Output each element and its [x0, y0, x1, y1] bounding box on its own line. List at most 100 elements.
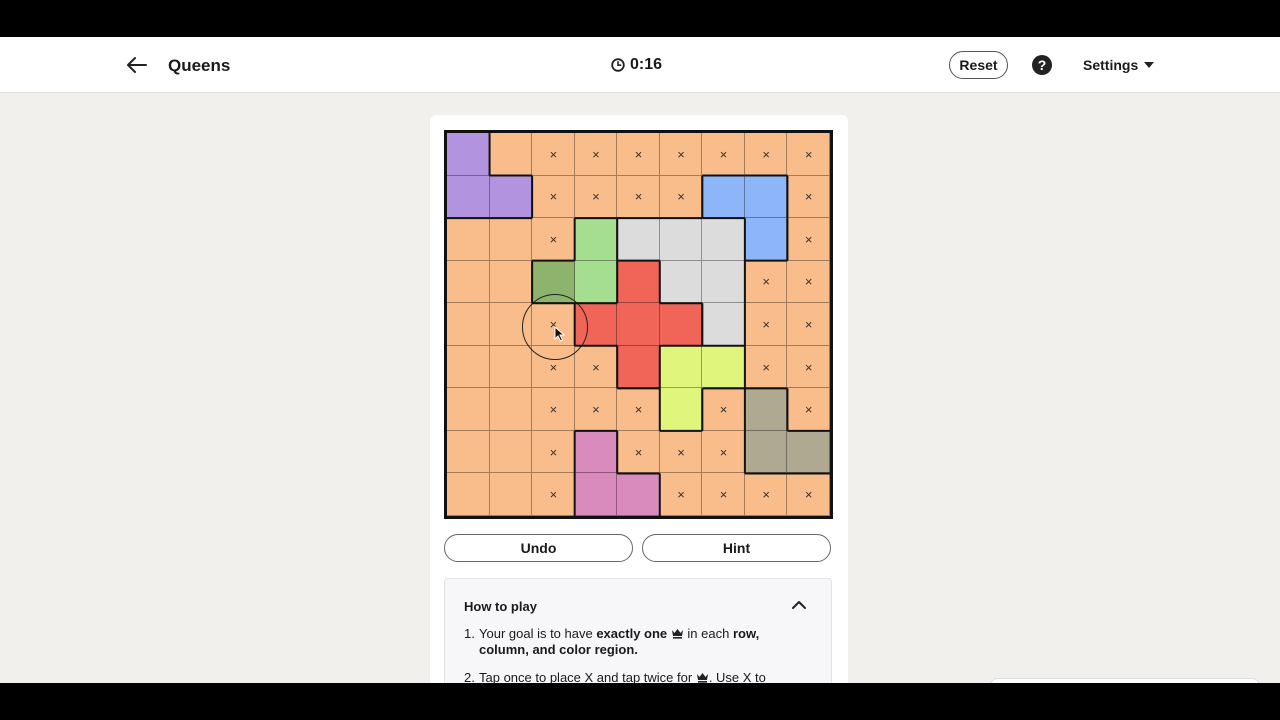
undo-button[interactable]: Undo [444, 534, 633, 562]
board-cell[interactable] [702, 260, 745, 304]
board-cell[interactable] [574, 260, 618, 304]
board-cell[interactable] [659, 218, 703, 261]
caret-down-icon [1144, 62, 1155, 68]
board-cell[interactable] [659, 388, 703, 431]
x-mark: × [804, 274, 813, 290]
board-cell[interactable]: × [659, 133, 703, 176]
board-cell[interactable]: × [617, 430, 660, 474]
board-cell[interactable] [617, 473, 660, 516]
rule-1-text-a: Your goal is to have [479, 626, 597, 641]
board-cell[interactable]: × [787, 303, 830, 346]
board-cell[interactable] [617, 345, 660, 389]
board-cell[interactable]: × [744, 260, 788, 304]
board-cell[interactable] [489, 175, 533, 219]
hint-button[interactable]: Hint [642, 534, 831, 562]
board-cell[interactable]: × [532, 218, 575, 261]
board-cell[interactable]: × [574, 345, 618, 389]
x-mark: × [549, 359, 558, 375]
board-cell[interactable] [744, 388, 788, 431]
board-cell[interactable] [447, 345, 490, 389]
settings-dropdown[interactable]: Settings [1083, 57, 1155, 73]
board-cell[interactable]: × [702, 388, 745, 431]
board-cell[interactable] [447, 473, 490, 516]
board-cell[interactable] [702, 345, 745, 389]
board-cell[interactable] [489, 473, 533, 516]
board-cell[interactable] [659, 260, 703, 304]
board-cell[interactable]: × [787, 218, 830, 261]
board-cell[interactable]: × [617, 175, 660, 219]
board-cell[interactable]: × [744, 345, 788, 389]
board-cell[interactable] [447, 430, 490, 474]
rule-2: 2. Tap once to place X and tap twice for… [464, 670, 794, 683]
board-cell[interactable] [617, 303, 660, 346]
board-cell[interactable]: × [659, 175, 703, 219]
board-cell[interactable] [617, 218, 660, 261]
board-cell[interactable]: × [744, 303, 788, 346]
board-cell[interactable] [574, 218, 618, 261]
board-cell[interactable]: × [532, 303, 575, 346]
board-cell[interactable]: × [787, 260, 830, 304]
board-cell[interactable]: × [787, 175, 830, 219]
board-cell[interactable] [489, 218, 533, 261]
board-cell[interactable] [489, 388, 533, 431]
board-cell[interactable]: × [574, 175, 618, 219]
board-cell[interactable]: × [532, 473, 575, 516]
board-cell[interactable] [447, 218, 490, 261]
top-bar: Queens 0:16 Reset ? Settings [0, 37, 1280, 93]
board-cell[interactable]: × [532, 430, 575, 474]
board-cell[interactable] [489, 430, 533, 474]
board-cell[interactable] [702, 175, 745, 219]
board-cell[interactable]: × [787, 473, 830, 516]
board-cell[interactable] [702, 303, 745, 346]
back-arrow-icon[interactable] [124, 52, 150, 78]
board-cell[interactable] [489, 133, 533, 176]
board-cell[interactable]: × [659, 473, 703, 516]
board-cell[interactable]: × [617, 388, 660, 431]
board-cell[interactable]: × [702, 430, 745, 474]
board-cell[interactable] [659, 303, 703, 346]
board-cell[interactable] [617, 260, 660, 304]
board-cell[interactable]: × [574, 133, 618, 176]
board-cell[interactable]: × [532, 175, 575, 219]
board-cell[interactable] [574, 430, 618, 474]
board-cell[interactable] [787, 430, 830, 474]
board-cell[interactable]: × [744, 133, 788, 176]
board-cell[interactable]: × [787, 133, 830, 176]
board-cell[interactable] [702, 218, 745, 261]
board-cell[interactable]: × [532, 388, 575, 431]
board-cell[interactable]: × [532, 133, 575, 176]
board-cell[interactable] [489, 345, 533, 389]
board-cell[interactable] [489, 303, 533, 346]
help-icon[interactable]: ? [1032, 55, 1052, 75]
board-cell[interactable]: × [702, 133, 745, 176]
board-cell[interactable] [447, 133, 490, 176]
x-mark: × [592, 189, 600, 205]
board-cell[interactable]: × [702, 473, 745, 516]
x-mark: × [549, 444, 558, 460]
board-cell[interactable]: × [744, 473, 788, 516]
board-cell[interactable] [574, 473, 618, 516]
chevron-up-icon[interactable] [791, 597, 807, 613]
board-cell[interactable]: × [659, 430, 703, 474]
board-cell[interactable] [574, 303, 618, 346]
board-cell[interactable] [744, 175, 788, 219]
board-cell[interactable] [447, 303, 490, 346]
board-cell[interactable] [447, 260, 490, 304]
board-cell[interactable]: × [787, 345, 830, 389]
board-cell[interactable] [447, 388, 490, 431]
board-cell[interactable] [744, 430, 788, 474]
board-cell[interactable]: × [532, 345, 575, 389]
board-cell[interactable]: × [574, 388, 618, 431]
reset-button[interactable]: Reset [949, 51, 1008, 79]
x-mark: × [719, 487, 728, 503]
board-cell[interactable] [489, 260, 533, 304]
x-mark: × [677, 189, 685, 205]
board-cell[interactable]: × [617, 133, 660, 176]
board-cell[interactable] [659, 345, 703, 389]
board-cell[interactable] [532, 260, 575, 304]
board-cell[interactable] [744, 218, 788, 261]
board-cell[interactable] [447, 175, 490, 219]
x-mark: × [762, 487, 770, 503]
how-to-play-title: How to play [464, 599, 537, 614]
board-cell[interactable]: × [787, 388, 830, 431]
